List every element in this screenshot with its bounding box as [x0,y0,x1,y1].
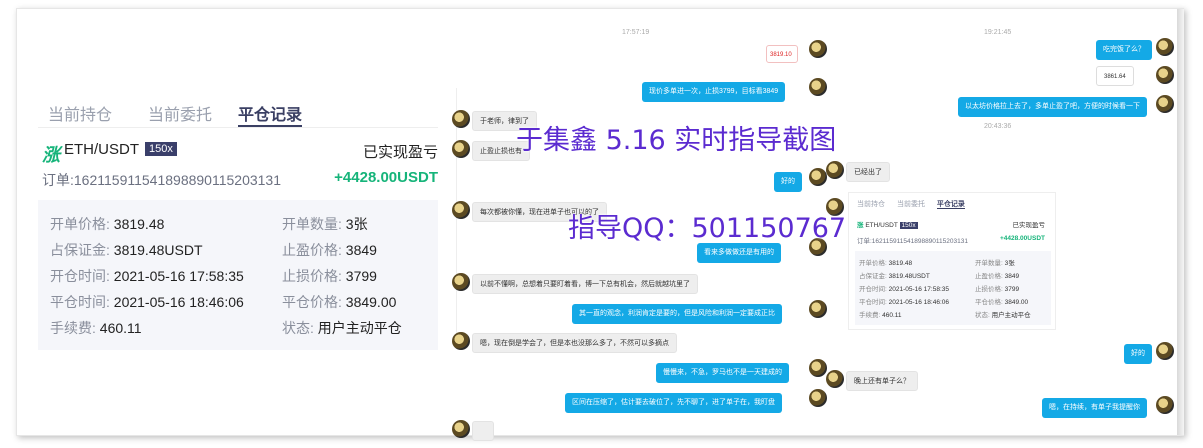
order-number: 订单:1621159115418988901152031​31 [42,172,281,188]
leverage-badge: 150x [145,142,177,156]
chat-message: 以前不懂啊，总想着只要盯着看，博一下总有机会，然后就越坑里了 [472,274,698,294]
mini-tabs: 当前持仓 当前委托 平仓记录 [857,201,965,209]
avatar [809,78,827,96]
chat-message: 看来多做做还是有用的 [697,243,781,263]
avatar [809,40,827,58]
avatar [826,370,844,388]
trade-details: 开单价格: 3819.48 开单数量: 3张 占保证金: 3819.48USDT… [38,200,438,350]
watermark-title: 于集鑫 5.16 实时指导截图 [516,125,837,156]
order-row: 订单:1621159115418988901152031​31 +4428.00… [42,168,438,190]
chat-message: 好的 [1124,344,1152,364]
detail-open-price: 开单价格: 3819.48 [50,216,165,232]
chat-message: 慢慢来，不急，罗马也不是一天建成的 [656,363,789,383]
detail-close-price: 平仓价格: 3849.00 [282,294,397,310]
realized-pnl-value: +4428.00USDT [334,169,438,186]
avatar [452,201,470,219]
mini-order: 订单:1621159115418988901152031​31 [857,238,968,245]
chat-message: 区间在压缩了，估计要去破位了，先不聊了，进了单子在，我盯盘 [565,393,782,413]
avatar [452,332,470,350]
avatar [809,389,827,407]
mini-pnl: +4428.00USDT [1000,235,1045,242]
chat-message: 已经出了 [846,162,890,182]
avatar [452,110,470,128]
detail-margin: 占保证金: 3819.48USDT [50,242,203,258]
avatar [826,161,844,179]
detail-status: 状态: 用户主动平仓 [282,320,402,336]
trade-record-image-message[interactable]: 当前持仓 当前委托 平仓记录 涨 ETH/USDT 150x 已实现盈亏 订单:… [848,192,1056,330]
chat-message: 嗯，现在倒是学会了，但是本也没那么多了，不然可以多摘点 [472,333,677,353]
avatar [809,300,827,318]
trade-record-panel: 当前持仓 当前委托 平仓记录 涨 ETH/USDT 150x 已实现盈亏 订单:… [38,98,438,350]
avatar [452,273,470,291]
chat-message: 晚上还有单子么？ [846,371,918,391]
watermark-qq: 指导QQ：501150767 [568,213,847,244]
detail-open-time: 开仓时间: 2021-05-16 17:58:35 [50,268,244,284]
realized-pnl-label: 已实现盈亏 [362,144,438,161]
mini-details: 开单价格: 3819.48 开单数量: 3张 占保证金: 3819.48USDT… [855,251,1051,325]
pair-row: 涨 ETH/USDT 150x 已实现盈亏 [42,140,438,165]
chat2-timestamp: 19:21:45 [984,29,1012,36]
chat-message-partial [472,421,494,441]
tab-closed-records[interactable]: 平仓记录 [238,98,303,127]
chat-message: 现价多单进一次，止损3799，目标看3849 [642,82,786,102]
chat-message: 吃完饭了么？ [1096,40,1152,60]
avatar [809,168,827,186]
chat1-timestamp: 17:57:19 [622,29,650,36]
chat-message: 其一直的观念，利润肯定是要的，但是风险和利润一定要成正比 [572,304,782,324]
chat-message: 嗯，在持续，有单子我提醒你 [1042,398,1147,418]
detail-close-time: 平仓时间: 2021-05-16 18:46:06 [50,294,244,310]
avatar [1156,342,1174,360]
mini-pnl-label: 已实现盈亏 [1012,222,1046,229]
avatar [452,140,470,158]
avatar [1156,66,1174,84]
trade-tabs: 当前持仓 当前委托 平仓记录 [38,98,438,128]
avatar [1156,95,1174,113]
detail-stop-loss: 止损价格: 3799 [282,268,377,284]
detail-fee: 手续费: 460.11 [50,320,142,336]
avatar [452,420,470,438]
mini-pair: 涨 ETH/USDT 150x [857,222,918,229]
chat-message: 以太坊价格拉上去了，多单止盈了吧，方便的时候看一下 [958,97,1147,117]
detail-take-profit: 止盈价格: 3849 [282,242,377,258]
tab-current-orders[interactable]: 当前委托 [138,98,212,127]
price-image-message[interactable]: 3861.64 [1096,66,1134,86]
trading-pair: ETH/USDT [64,141,139,158]
chat-message: 好的 [774,172,802,192]
avatar [1156,38,1174,56]
rise-icon: 涨 [42,145,60,165]
chat2-timestamp-2: 20:43:36 [984,123,1012,130]
detail-open-quantity: 开单数量: 3张 [282,216,368,232]
chart-image-message[interactable]: 3819.10 [766,45,798,63]
avatar [1156,396,1174,414]
tab-current-positions[interactable]: 当前持仓 [38,98,112,127]
avatar [809,359,827,377]
